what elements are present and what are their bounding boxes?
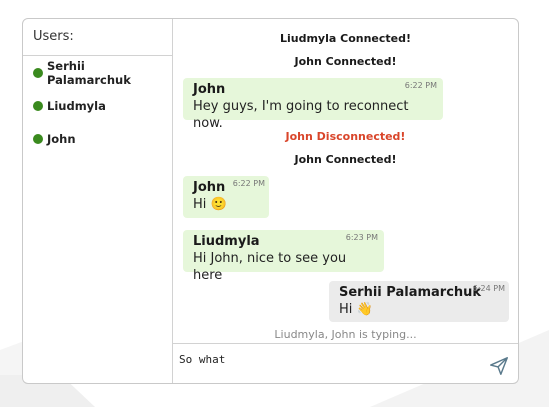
user-item[interactable]: John xyxy=(33,130,172,147)
typing-indicator: Liudmyla, John is typing... xyxy=(274,328,417,341)
user-list: Serhii Palamarchuk Liudmyla John xyxy=(23,56,172,147)
message-time: 6:23 PM xyxy=(345,233,378,242)
message-text: Hi 🙂 xyxy=(193,197,227,212)
message-bubble: John 6:22 PM Hi 🙂 xyxy=(183,176,269,218)
message-bubble-own: Serhii Palamarchuk 6:24 PM Hi 👋 xyxy=(329,281,509,322)
online-status-icon xyxy=(33,67,43,78)
system-message: John Connected! xyxy=(294,153,397,166)
user-item[interactable]: Liudmyla xyxy=(33,97,172,114)
chat-panel: Liudmyla Connected! John Connected! John… xyxy=(173,19,518,383)
message-time: 6:24 PM xyxy=(472,284,505,293)
message-text: Hey guys, I'm going to reconnect now. xyxy=(193,99,409,131)
composer xyxy=(173,343,518,383)
system-message-disconnected: John Disconnected! xyxy=(285,130,406,143)
users-header: Users: xyxy=(23,19,172,56)
message-time: 6:22 PM xyxy=(404,81,437,90)
online-status-icon xyxy=(33,133,43,144)
system-message: Liudmyla Connected! xyxy=(279,32,412,45)
chat-window: Users: Serhii Palamarchuk Liudmyla John … xyxy=(22,18,519,384)
user-name: John xyxy=(47,131,76,146)
send-icon[interactable] xyxy=(488,355,510,377)
user-name: Liudmyla xyxy=(47,98,106,113)
message-input[interactable] xyxy=(179,350,479,368)
user-name: Serhii Palamarchuk xyxy=(47,58,131,87)
message-time: 6:22 PM xyxy=(232,179,265,188)
online-status-icon xyxy=(33,100,43,111)
message-bubble: Liudmyla 6:23 PM Hi John, nice to see yo… xyxy=(183,230,384,283)
users-sidebar: Users: Serhii Palamarchuk Liudmyla John xyxy=(23,19,173,383)
message-bubble: John 6:22 PM Hey guys, I'm going to reco… xyxy=(183,78,443,131)
system-message: John Connected! xyxy=(294,55,397,68)
message-text: Hi John, nice to see you here xyxy=(193,251,347,283)
message-author: John xyxy=(193,82,226,97)
user-item[interactable]: Serhii Palamarchuk xyxy=(33,59,172,87)
message-text: Hi 👋 xyxy=(339,302,373,317)
